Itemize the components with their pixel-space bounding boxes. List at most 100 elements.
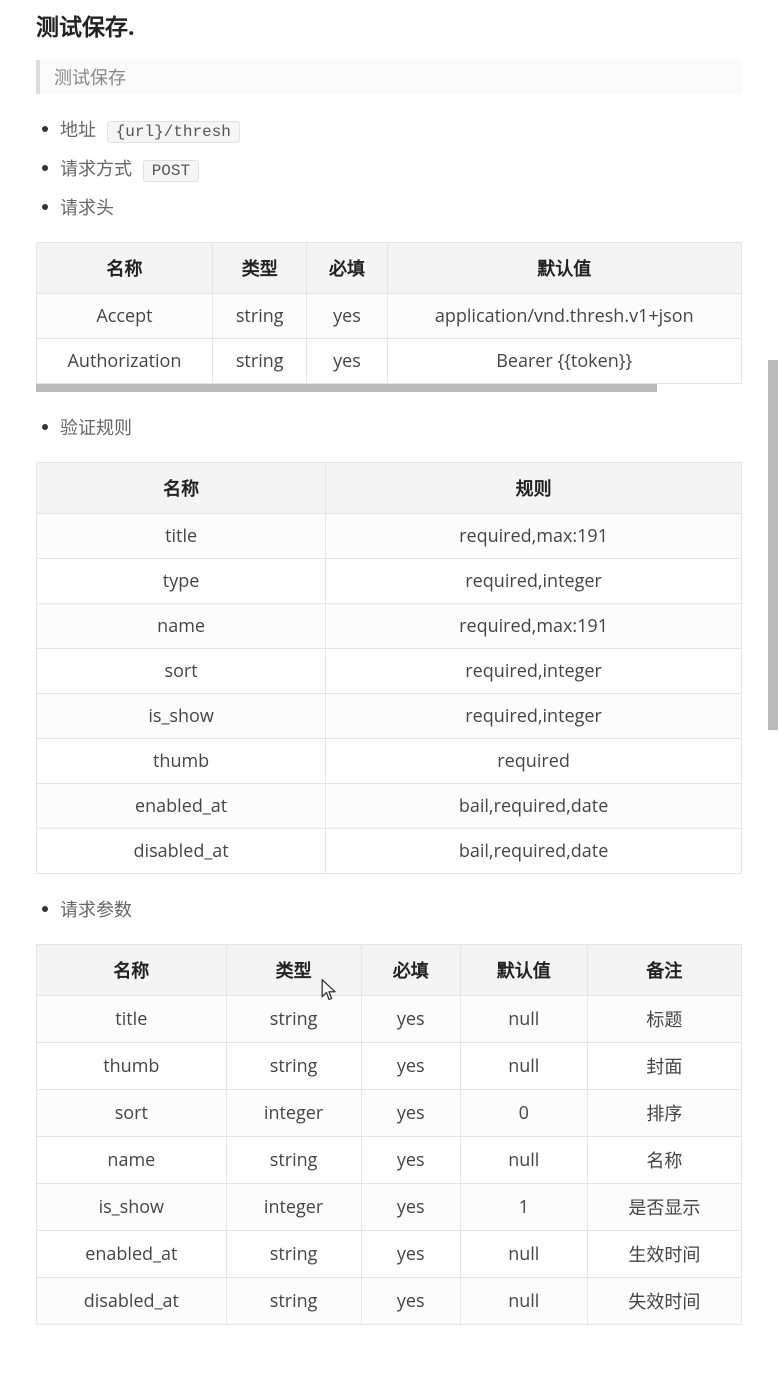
table-cell: thumb [37,1043,227,1090]
rules-table: 名称规则 titlerequired,max:191typerequired,i… [36,462,742,874]
label-address: 地址 [60,118,96,142]
label-rules: 验证规则 [60,416,132,440]
table-cell: 排序 [587,1090,741,1137]
table-cell: name [37,604,326,649]
table-cell: 生效时间 [587,1231,741,1278]
table-header-cell: 默认值 [387,243,742,294]
label-headers: 请求头 [60,196,114,220]
table-cell: disabled_at [37,1278,227,1325]
params-label-list: 请求参数 [36,890,742,928]
table-cell: yes [307,339,387,384]
table-row: typerequired,integer [37,559,742,604]
table-cell: 0 [460,1090,587,1137]
table-cell: 名称 [587,1137,741,1184]
table-cell: yes [307,294,387,339]
table-row: AuthorizationstringyesBearer {{token}} [37,339,742,384]
table-cell: string [212,339,306,384]
endpoint-rules-label: 验证规则 [60,408,742,446]
code-method: POST [143,160,199,182]
table-row: namestringyesnull名称 [37,1137,742,1184]
table-cell: string [226,1137,361,1184]
table-cell: enabled_at [37,784,326,829]
headers-table: 名称类型必填默认值 Acceptstringyesapplication/vnd… [36,242,742,384]
rules-table-wrap: 名称规则 titlerequired,max:191typerequired,i… [36,462,742,874]
params-table-wrap: 名称类型必填默认值备注 titlestringyesnull标题thumbstr… [36,944,742,1325]
table-cell: null [460,1231,587,1278]
table-header-cell: 必填 [307,243,387,294]
table-cell: string [212,294,306,339]
table-cell: bail,required,date [326,784,742,829]
table-row: titlestringyesnull标题 [37,996,742,1043]
table-cell: required,integer [326,649,742,694]
description-text: 测试保存 [54,66,126,90]
code-address: {url}/thresh [107,121,240,143]
table-cell: yes [361,996,460,1043]
table-cell: yes [361,1043,460,1090]
table-cell: required,integer [326,694,742,739]
table-cell: 封面 [587,1043,741,1090]
table-header-cell: 名称 [37,945,227,996]
table-cell: 失效时间 [587,1278,741,1325]
table-cell: 1 [460,1184,587,1231]
table-cell: yes [361,1278,460,1325]
page-title: 测试保存. [36,8,742,42]
endpoint-address: 地址 {url}/thresh [60,110,742,149]
params-table: 名称类型必填默认值备注 titlestringyesnull标题thumbstr… [36,944,742,1325]
table-row: thumbstringyesnull封面 [37,1043,742,1090]
table-cell: is_show [37,1184,227,1231]
table-cell: required,integer [326,559,742,604]
table-header-cell: 名称 [37,463,326,514]
headers-table-wrap[interactable]: 名称类型必填默认值 Acceptstringyesapplication/vnd… [36,242,742,392]
table-row: disabled_atbail,required,date [37,829,742,874]
table-cell: required [326,739,742,784]
endpoint-info-list: 地址 {url}/thresh 请求方式 POST 请求头 [36,110,742,226]
table-row: sortrequired,integer [37,649,742,694]
table-cell: yes [361,1090,460,1137]
table-cell: disabled_at [37,829,326,874]
table-cell: enabled_at [37,1231,227,1278]
table-cell: sort [37,649,326,694]
endpoint-params-label: 请求参数 [60,890,742,928]
table-cell: Accept [37,294,213,339]
table-cell: is_show [37,694,326,739]
endpoint-headers-label: 请求头 [60,188,742,226]
table-cell: type [37,559,326,604]
table-cell: yes [361,1137,460,1184]
table-cell: null [460,996,587,1043]
table-header-cell: 必填 [361,945,460,996]
table-cell: required,max:191 [326,514,742,559]
label-params: 请求参数 [60,898,132,922]
table-row: is_showrequired,integer [37,694,742,739]
page-scrollbar[interactable] [768,360,778,730]
table-row: namerequired,max:191 [37,604,742,649]
table-cell: integer [226,1090,361,1137]
table-row: thumbrequired [37,739,742,784]
table-cell: Bearer {{token}} [387,339,742,384]
description-block: 测试保存 [36,60,742,94]
table-header-cell: 类型 [226,945,361,996]
table-cell: yes [361,1231,460,1278]
table-cell: string [226,1231,361,1278]
table-cell: sort [37,1090,227,1137]
table-cell: application/vnd.thresh.v1+json [387,294,742,339]
label-method: 请求方式 [60,157,132,181]
table-header-cell: 名称 [37,243,213,294]
table-cell: null [460,1043,587,1090]
table-row: sortintegeryes0排序 [37,1090,742,1137]
table-row: Acceptstringyesapplication/vnd.thresh.v1… [37,294,742,339]
table-cell: title [37,996,227,1043]
endpoint-method: 请求方式 POST [60,149,742,188]
table-row: is_showintegeryes1是否显示 [37,1184,742,1231]
table-cell: string [226,1043,361,1090]
table-row: enabled_atstringyesnull生效时间 [37,1231,742,1278]
table-cell: null [460,1278,587,1325]
table-header-cell: 类型 [212,243,306,294]
table-cell: yes [361,1184,460,1231]
rules-label-list: 验证规则 [36,408,742,446]
table-header-cell: 备注 [587,945,741,996]
table-header-cell: 规则 [326,463,742,514]
table-cell: integer [226,1184,361,1231]
table-row: disabled_atstringyesnull失效时间 [37,1278,742,1325]
table-cell: thumb [37,739,326,784]
table-cell: string [226,996,361,1043]
